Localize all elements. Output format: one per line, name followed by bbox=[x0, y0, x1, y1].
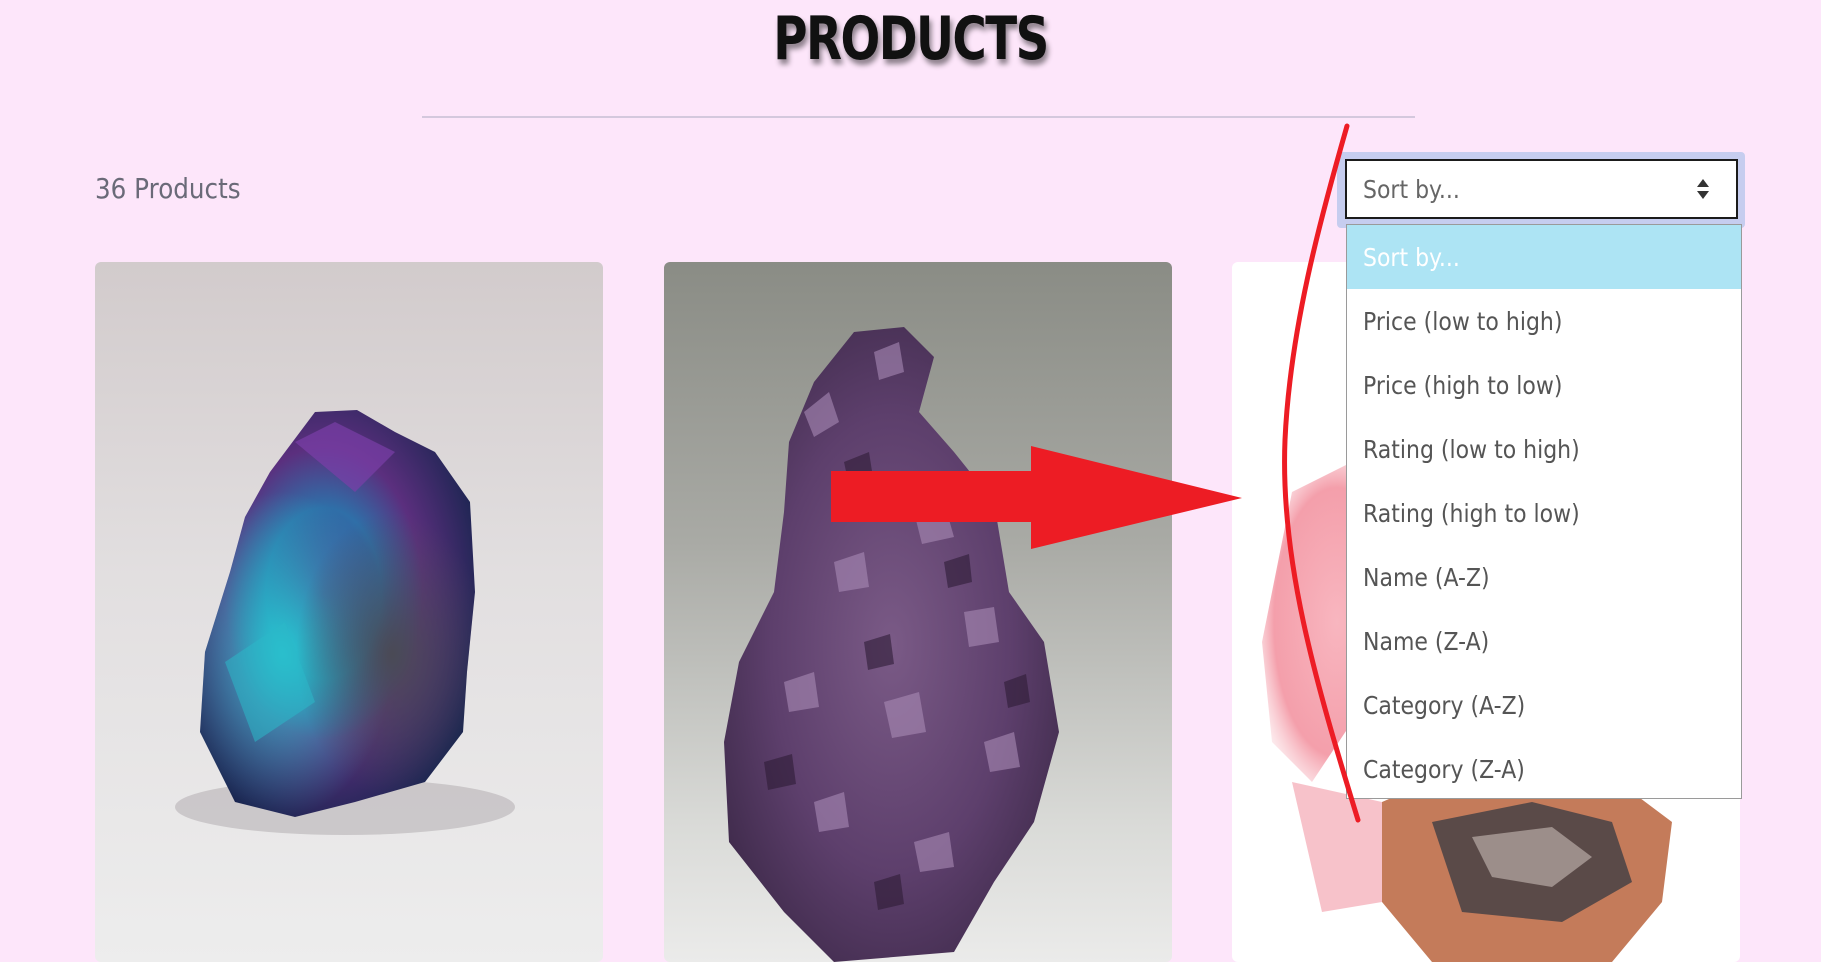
sort-options-list: Sort by... Price (low to high) Price (hi… bbox=[1346, 224, 1742, 799]
sort-option-category-asc[interactable]: Category (A-Z) bbox=[1347, 673, 1741, 737]
product-image[interactable] bbox=[664, 262, 1172, 962]
sort-option-rating-desc[interactable]: Rating (high to low) bbox=[1347, 481, 1741, 545]
product-image[interactable] bbox=[95, 262, 603, 962]
sort-option-price-desc[interactable]: Price (high to low) bbox=[1347, 353, 1741, 417]
sort-option-default[interactable]: Sort by... bbox=[1347, 225, 1741, 289]
sort-arrows-icon bbox=[1697, 179, 1709, 199]
sort-option-name-desc[interactable]: Name (Z-A) bbox=[1347, 609, 1741, 673]
sort-option-name-asc[interactable]: Name (A-Z) bbox=[1347, 545, 1741, 609]
sort-select[interactable]: Sort by... bbox=[1345, 159, 1738, 219]
page-title: PRODUCTS bbox=[773, 4, 1049, 74]
sort-option-category-desc[interactable]: Category (Z-A) bbox=[1347, 737, 1741, 801]
sort-option-rating-asc[interactable]: Rating (low to high) bbox=[1347, 417, 1741, 481]
sort-option-price-asc[interactable]: Price (low to high) bbox=[1347, 289, 1741, 353]
title-divider bbox=[422, 116, 1415, 118]
product-card[interactable] bbox=[664, 262, 1172, 962]
product-card[interactable] bbox=[95, 262, 603, 962]
product-count: 36 Products bbox=[95, 172, 241, 205]
sort-select-value: Sort by... bbox=[1363, 174, 1460, 204]
